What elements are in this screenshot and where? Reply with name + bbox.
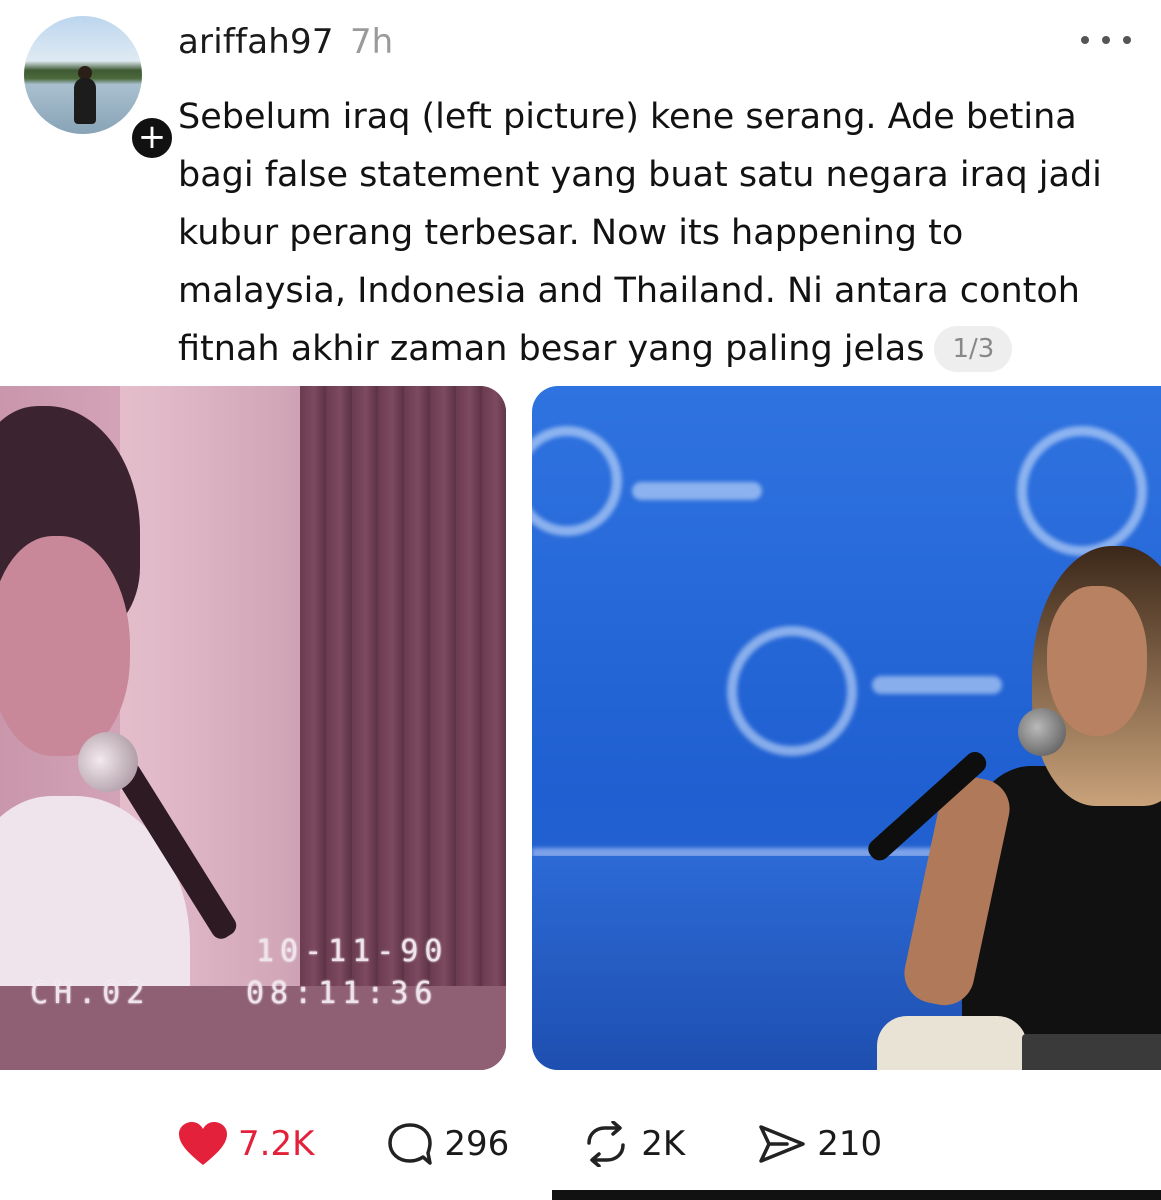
post-time: 7h <box>350 22 394 62</box>
blurred-logo <box>1017 426 1147 556</box>
comment-bubble-icon <box>388 1123 433 1165</box>
heart-icon <box>179 1122 227 1165</box>
avatar-person <box>74 78 96 124</box>
repost-button[interactable]: 2K <box>581 1121 685 1167</box>
page-indicator-badge: 1/3 <box>934 326 1013 372</box>
vhs-date-overlay: 10-11-90 <box>256 934 449 969</box>
more-dot <box>1081 36 1089 44</box>
blurred-logo <box>727 626 857 756</box>
username[interactable]: ariffah97 <box>178 22 334 62</box>
image-laptop <box>1022 1034 1161 1070</box>
comment-button[interactable]: 296 <box>386 1121 509 1167</box>
share-count: 210 <box>817 1124 883 1164</box>
send-icon <box>759 1125 805 1163</box>
blurred-logo-text <box>872 676 1002 694</box>
left-image[interactable]: 10-11-90 08:11:36 CH.02 <box>0 386 506 1070</box>
vhs-channel-overlay: CH.02 <box>30 976 151 1011</box>
comment-count: 296 <box>444 1124 510 1164</box>
image-microphone-head <box>1018 708 1066 756</box>
image-face <box>0 536 130 756</box>
share-button[interactable]: 210 <box>757 1121 882 1167</box>
repost-icon <box>587 1121 626 1167</box>
follow-plus-icon[interactable]: + <box>128 114 176 162</box>
blurred-logo <box>532 426 622 536</box>
more-dots-icon[interactable] <box>1081 30 1131 50</box>
home-indicator <box>552 1190 1161 1200</box>
post-body: Sebelum iraq (left picture) kene serang.… <box>178 88 1128 378</box>
more-dot <box>1102 36 1110 44</box>
avatar-container[interactable]: + <box>24 16 176 162</box>
like-button[interactable]: 7.2K <box>178 1121 314 1167</box>
like-count: 7.2K <box>238 1124 315 1164</box>
image-chair <box>877 1016 1027 1070</box>
blurred-logo-text <box>632 482 762 500</box>
right-image[interactable] <box>532 386 1161 1070</box>
action-bar: 7.2K 296 2K 210 <box>178 1114 882 1174</box>
repost-count: 2K <box>641 1124 686 1164</box>
more-dot <box>1123 36 1131 44</box>
vhs-time-overlay: 08:11:36 <box>246 976 439 1011</box>
image-speaker-face <box>1047 586 1147 736</box>
avatar[interactable] <box>24 16 142 134</box>
